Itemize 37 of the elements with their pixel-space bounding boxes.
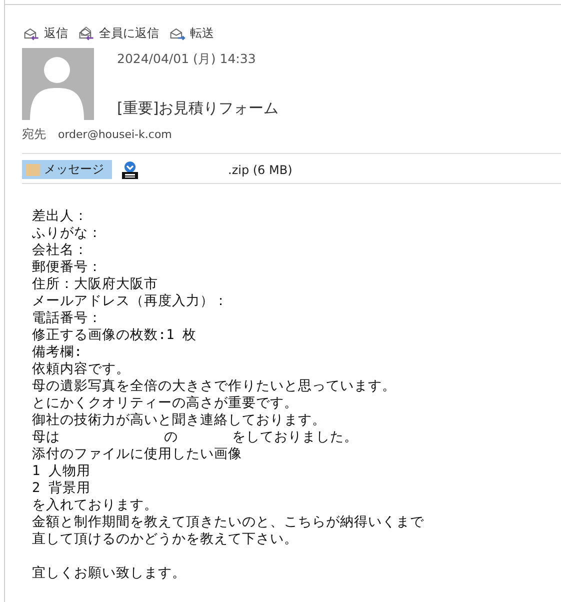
body-text-line: 御社の技術力が高いと聞き連絡しております。 (32, 412, 327, 429)
body-text-line: 添付のファイルに使用したい画像 (32, 446, 243, 463)
body-text-line: メールアドレス（再度入力）： (32, 293, 229, 310)
to-label: 宛先 (22, 126, 46, 143)
body-text-fragment: 母は (32, 429, 60, 446)
attachment-item[interactable]: .zip (6 MB) (118, 160, 296, 179)
body-text-line: 会社名： (32, 242, 89, 259)
message-tab[interactable]: メッセージ (22, 160, 112, 179)
body-text-line: 金額と制作期間を教えて頂きたいのと、こちらが納得いくまで (32, 514, 425, 531)
body-text-line: 依頼内容です。 (32, 361, 131, 378)
action-button[interactable]: 返信 (23, 25, 68, 42)
avatar-icon (22, 48, 94, 120)
action-button[interactable]: 全員に返信 (78, 25, 159, 42)
body-text-line: 備考欄: (32, 344, 84, 361)
zip-file-icon (122, 160, 138, 178)
body-text-line: 直して頂けるのかどうかを教えて下さい。 (32, 531, 299, 548)
body-text-line: 電話番号： (32, 310, 103, 327)
body-text-line: 母の遺影写真を全倍の大きさで作りたいと思っています。 (32, 378, 397, 395)
envelope-reply-icon (78, 26, 96, 41)
body-text-line: 修正する画像の枚数:1 枚 (32, 327, 198, 344)
message-subject: [重要]お見積りフォーム (117, 99, 279, 118)
body-text-line: ふりがな： (32, 225, 103, 242)
recipient-address: order@housei-k.com (58, 128, 172, 141)
envelope-forward-icon (169, 26, 187, 41)
envelope-reply-icon (23, 26, 41, 41)
body-text-line: とにかくクオリティーの高さが重要です。 (32, 395, 299, 412)
body-text-fragment: の (164, 429, 178, 446)
body-text-line: を入れております。 (32, 497, 159, 514)
message-date: 2024/04/01 (月) 14:33 (117, 50, 257, 68)
body-text-line: 郵便番号： (32, 259, 103, 276)
body-text-line: 差出人： (32, 208, 89, 225)
action-button[interactable]: 転送 (169, 25, 214, 42)
body-text-line: 住所：大阪府大阪市 (32, 276, 158, 293)
body-text-line: 1 人物用 (32, 463, 92, 480)
body-text-fragment: をしておりました。 (232, 429, 358, 446)
body-text-line: 2 背景用 (32, 480, 92, 497)
body-text-line: 宜しくお願い致します。 (32, 565, 187, 582)
